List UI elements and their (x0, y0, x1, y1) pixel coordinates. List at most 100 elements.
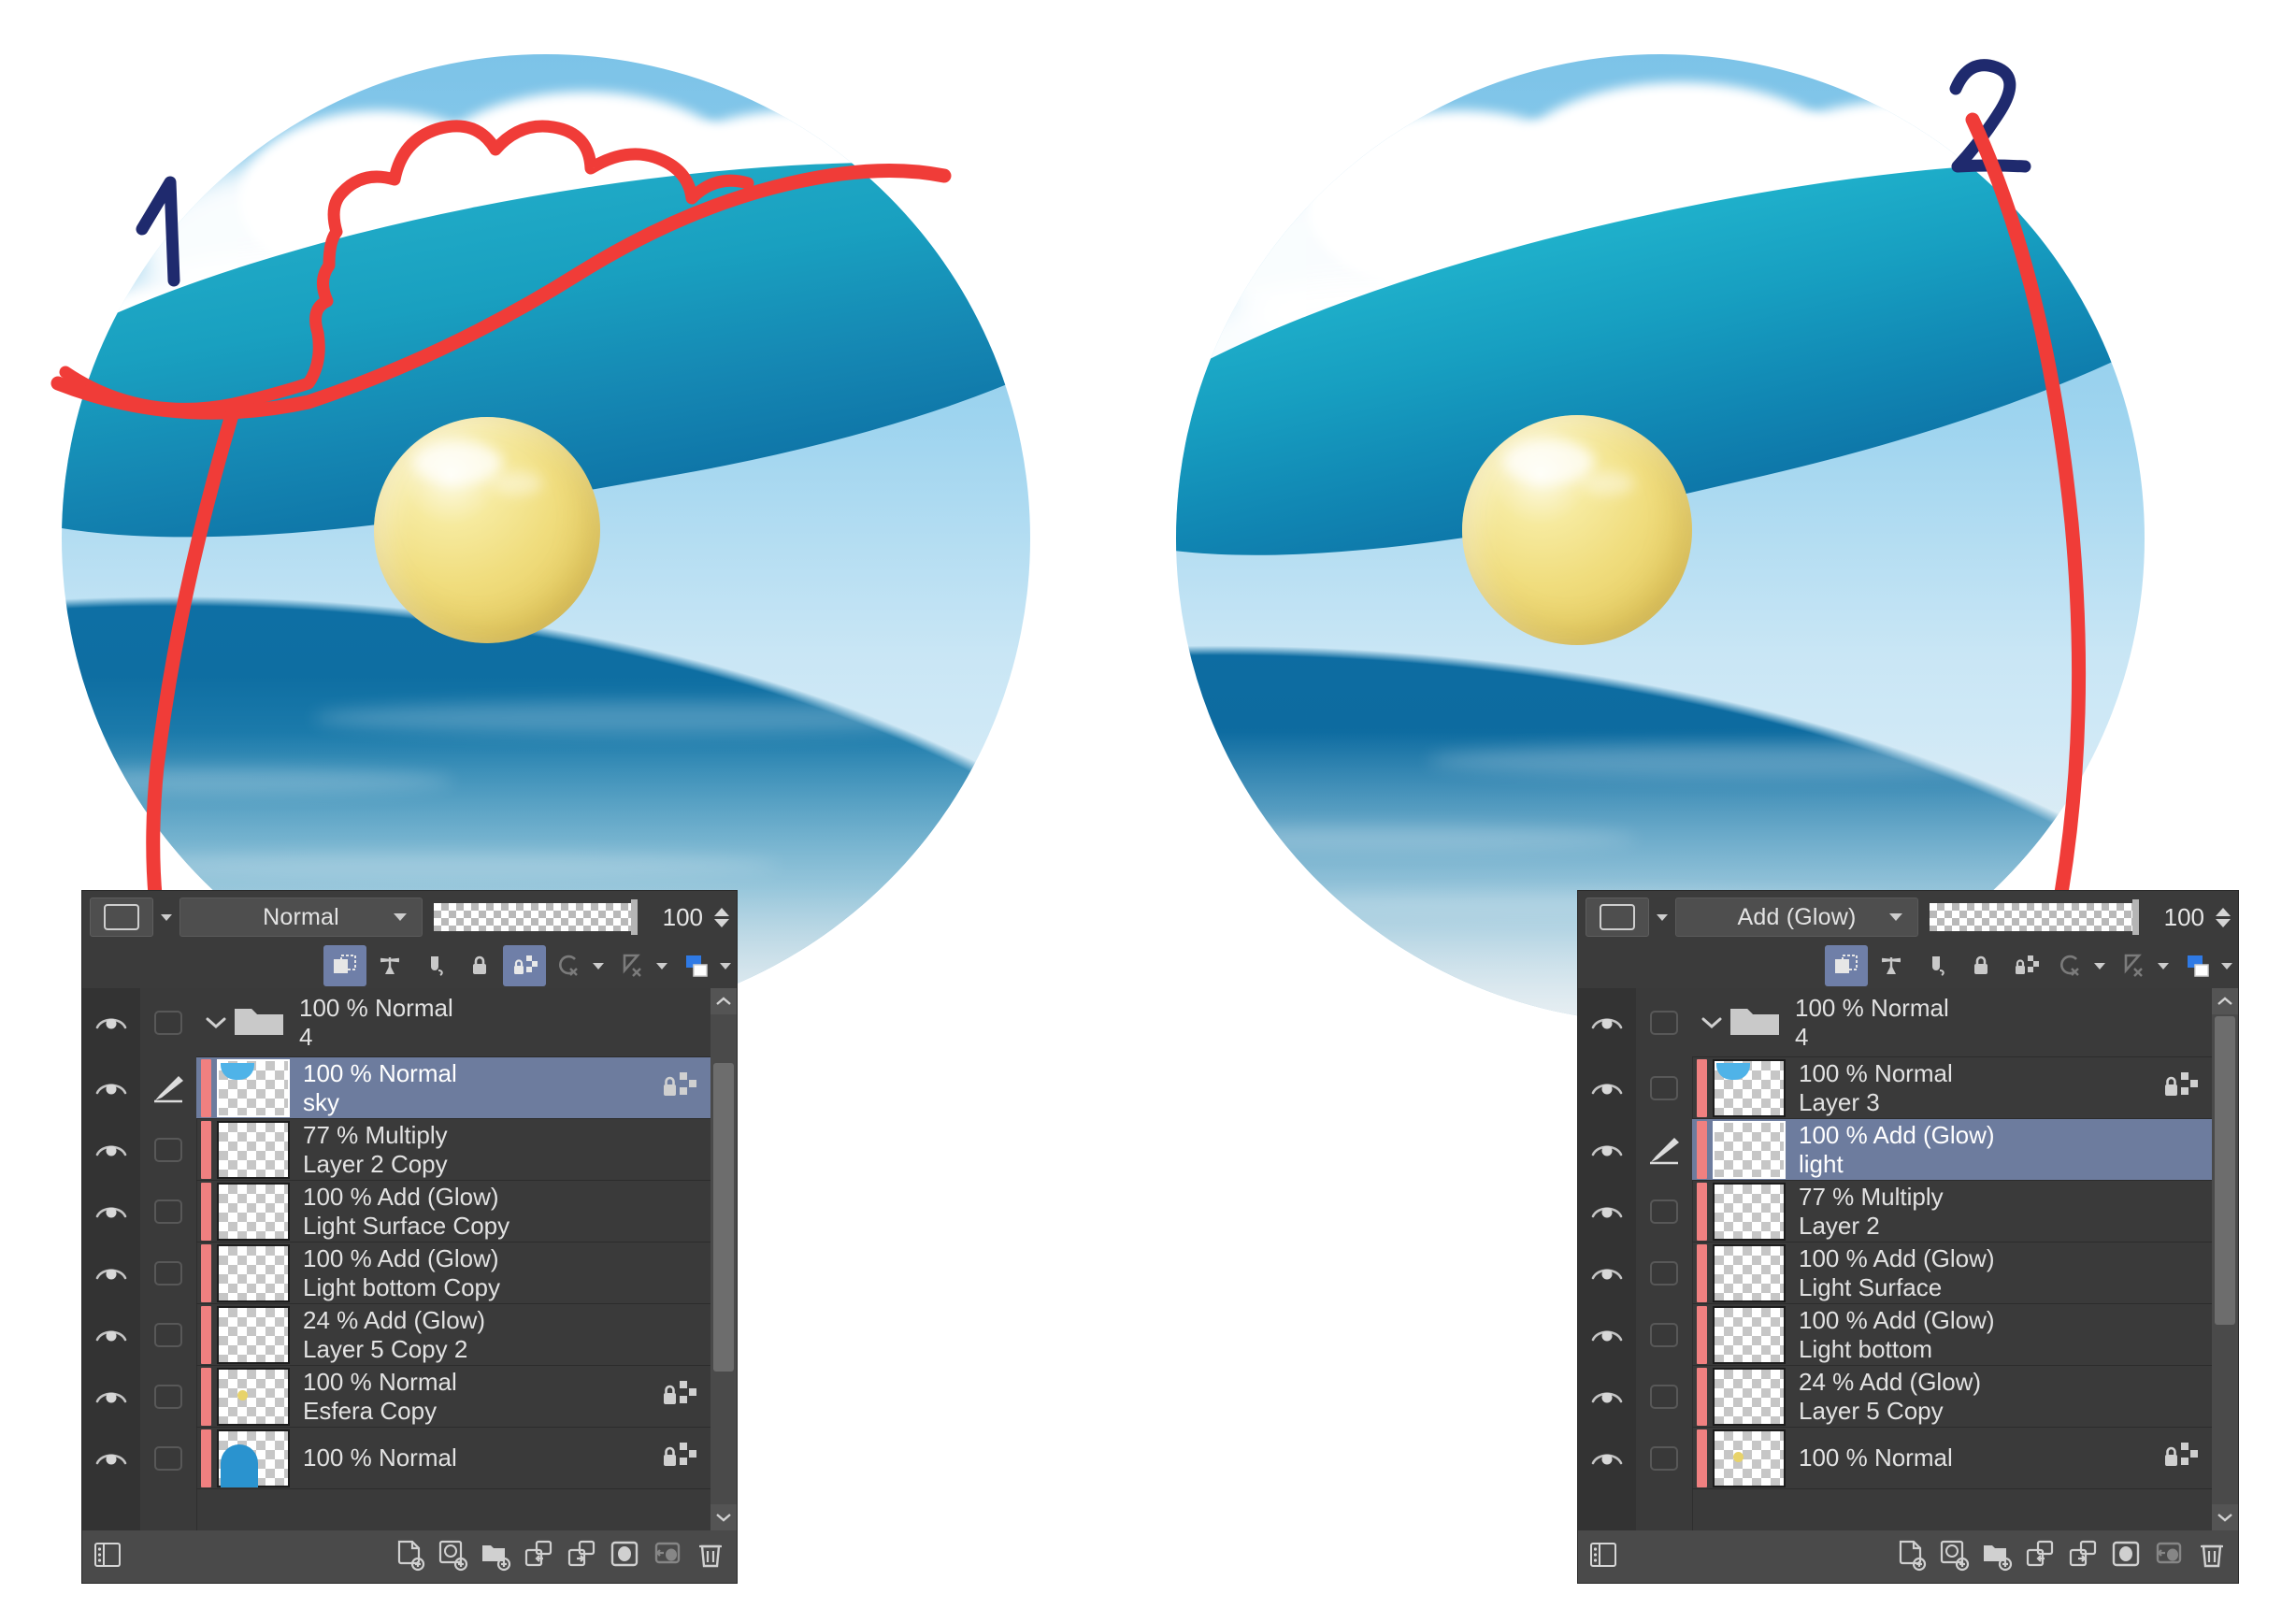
checkbox-icon[interactable] (154, 1323, 182, 1347)
layer-thumbnail[interactable] (217, 1429, 290, 1487)
layer-visibility-toggle[interactable] (92, 1321, 131, 1349)
layer-color-dropdown[interactable] (90, 898, 153, 937)
lock-transparent-pixels-icon[interactable] (2163, 1070, 2201, 1106)
layer-row[interactable]: 100 % Normal (196, 1428, 710, 1489)
lock-layer-icon[interactable] (458, 945, 501, 986)
layer-thumbnail[interactable] (217, 1182, 290, 1241)
clip-to-layer-below-icon[interactable] (1825, 945, 1868, 986)
layer-visibility-toggle[interactable] (92, 1009, 131, 1037)
new-raster-layer-icon[interactable] (393, 1538, 426, 1576)
lock-transparent-pixels-icon[interactable] (2163, 1440, 2201, 1476)
opacity-slider[interactable] (1930, 899, 2139, 935)
opacity-slider-handle[interactable] (631, 899, 638, 935)
layer-select-checkbox[interactable] (1636, 1321, 1692, 1349)
layer-row[interactable]: 100 % Normal (1692, 1428, 2212, 1489)
layer-row[interactable]: 100 % Normal Esfera Copy (196, 1366, 710, 1428)
checkbox-icon[interactable] (1650, 1011, 1678, 1035)
layer-list-right[interactable]: 100 % Normal 4 100 % Normal Layer 3 100 % Ad… (1578, 988, 2238, 1530)
lock-layer-icon[interactable] (1959, 945, 2002, 986)
palette-color-icon[interactable] (2176, 945, 2219, 986)
scroll-down-button[interactable] (2212, 1504, 2238, 1530)
folder-expand-toggle[interactable] (1698, 1015, 1726, 1030)
checkbox-icon[interactable] (1650, 1385, 1678, 1409)
layer-thumbnail[interactable] (217, 1243, 290, 1302)
opacity-slider-handle[interactable] (2132, 899, 2139, 935)
checkbox-icon[interactable] (1650, 1323, 1678, 1347)
layer-row[interactable]: 24 % Add (Glow) Layer 5 Copy 2 (196, 1304, 710, 1366)
transfer-down-icon[interactable] (2023, 1538, 2057, 1576)
checkbox-icon[interactable] (154, 1385, 182, 1409)
layer-thumbnail[interactable] (1713, 1120, 1786, 1179)
layer-row[interactable]: 100 % Normal Layer 3 (1692, 1057, 2212, 1119)
chevron-down-icon[interactable] (2094, 962, 2105, 969)
layer-visibility-toggle[interactable] (1587, 1074, 1627, 1102)
checkbox-icon[interactable] (1650, 1076, 1678, 1100)
lock-transparent-pixels-icon[interactable] (662, 1440, 699, 1476)
folder-expand-toggle[interactable] (202, 1015, 230, 1030)
delete-layer-icon[interactable] (694, 1538, 727, 1576)
layer-row[interactable]: 100 % Normal sky (196, 1057, 710, 1119)
layer-row[interactable]: 24 % Add (Glow) Layer 5 Copy (1692, 1366, 2212, 1428)
checkbox-icon[interactable] (154, 1199, 182, 1224)
scrollbar-thumb[interactable] (713, 1063, 734, 1372)
layer-visibility-toggle[interactable] (92, 1074, 131, 1102)
combine-down-icon[interactable] (565, 1538, 598, 1576)
layer-list-scrollbar[interactable] (2212, 988, 2238, 1530)
layer-thumbnail[interactable] (1713, 1305, 1786, 1364)
reference-layer-icon[interactable] (548, 945, 591, 986)
draft-layer-icon[interactable] (611, 945, 654, 986)
layer-select-checkbox[interactable] (140, 1198, 196, 1226)
layer-thumbnail[interactable] (1713, 1058, 1786, 1117)
new-folder-icon[interactable] (479, 1538, 512, 1576)
layer-visibility-toggle[interactable] (1587, 1444, 1627, 1472)
layer-panel-left[interactable]: Normal 100 100 % Normal 4 100 % Normal s… (82, 891, 737, 1583)
opacity-stepper[interactable] (714, 907, 729, 927)
layer-rows[interactable]: 100 % Normal 4 100 % Normal sky 77 % Multipl… (196, 988, 710, 1530)
scroll-up-button[interactable] (2212, 988, 2238, 1014)
layer-row[interactable]: 100 % Add (Glow) Light Surface Copy (196, 1181, 710, 1242)
layer-color-dropdown[interactable] (1586, 898, 1649, 937)
reference-layer-icon[interactable] (2049, 945, 2092, 986)
layer-thumbnail[interactable] (1713, 1182, 1786, 1241)
blend-mode-dropdown[interactable]: Normal (179, 898, 423, 937)
delete-layer-icon[interactable] (2195, 1538, 2229, 1576)
checkbox-icon[interactable] (1650, 1446, 1678, 1471)
layer-thumbnail[interactable] (217, 1120, 290, 1179)
layer-select-checkbox[interactable] (1636, 1383, 1692, 1411)
layer-row[interactable]: 100 % Add (Glow) Light bottom (1692, 1304, 2212, 1366)
layer-thumbnail[interactable] (217, 1058, 290, 1117)
layer-row[interactable]: 77 % Multiply Layer 2 (1692, 1181, 2212, 1242)
combine-down-icon[interactable] (2066, 1538, 2100, 1576)
opacity-stepper[interactable] (2216, 907, 2231, 927)
chevron-down-icon[interactable] (593, 962, 604, 969)
layer-row[interactable]: 100 % Add (Glow) light (1692, 1119, 2212, 1181)
new-folder-icon[interactable] (1980, 1538, 2014, 1576)
checkbox-icon[interactable] (154, 1446, 182, 1471)
blend-mode-dropdown[interactable]: Add (Glow) (1675, 898, 1918, 937)
lock-transparent-pixels-icon[interactable] (662, 1378, 699, 1415)
layer-thumbnail[interactable] (1713, 1429, 1786, 1487)
clip-mask-icon[interactable] (2152, 1538, 2186, 1576)
layer-visibility-toggle[interactable] (1587, 1383, 1627, 1411)
scrollbar-thumb[interactable] (2215, 1016, 2235, 1325)
layer-visibility-toggle[interactable] (1587, 1321, 1627, 1349)
layer-select-checkbox[interactable] (140, 1259, 196, 1287)
layer-mask-icon[interactable] (413, 945, 456, 986)
layer-mask-icon[interactable] (2109, 1538, 2143, 1576)
scroll-down-button[interactable] (710, 1504, 737, 1530)
transparent-pixel-lock-icon[interactable] (368, 945, 411, 986)
layer-visibility-toggle[interactable] (92, 1259, 131, 1287)
layer-visibility-toggle[interactable] (1587, 1198, 1627, 1226)
transparent-pixel-lock-icon[interactable] (1870, 945, 1913, 986)
layer-thumbnail[interactable] (1713, 1243, 1786, 1302)
checkbox-icon[interactable] (1650, 1261, 1678, 1285)
layer-mask-icon[interactable] (608, 1538, 641, 1576)
layer-visibility-toggle[interactable] (1587, 1259, 1627, 1287)
new-tone-layer-icon[interactable] (436, 1538, 469, 1576)
layer-select-checkbox[interactable] (140, 1009, 196, 1037)
chevron-down-icon[interactable] (1657, 913, 1668, 921)
checkbox-icon[interactable] (1650, 1199, 1678, 1224)
layer-select-checkbox[interactable] (140, 1321, 196, 1349)
layer-visibility-toggle[interactable] (92, 1198, 131, 1226)
chevron-down-icon[interactable] (656, 962, 667, 969)
